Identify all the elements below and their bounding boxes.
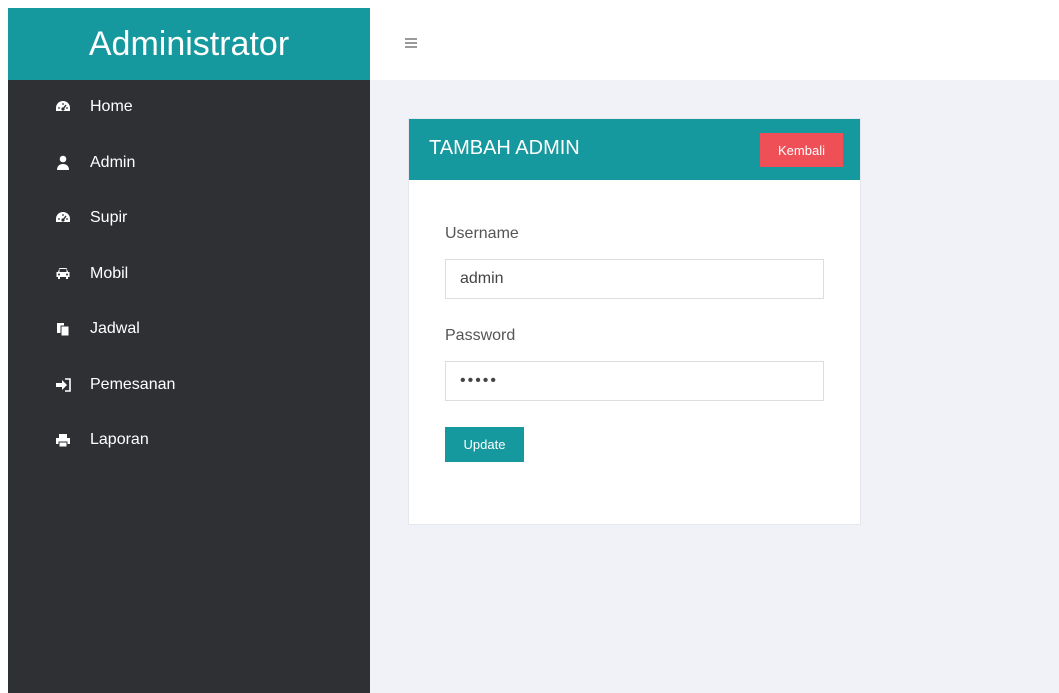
sidebar-item-label: Pemesanan	[90, 375, 176, 393]
sidebar-item-admin[interactable]: Admin	[8, 146, 370, 202]
brand-title: Administrator	[88, 24, 290, 63]
update-button[interactable]: Update	[445, 427, 524, 462]
print-icon	[55, 432, 71, 448]
sidebar-item-pemesanan[interactable]: Pemesanan	[8, 368, 370, 424]
copy-icon	[55, 321, 71, 337]
password-group: Password	[445, 327, 824, 401]
sidebar-item-label: Supir	[90, 209, 128, 226]
username-group: Username	[445, 225, 824, 299]
sidebar-item-home[interactable]: Home	[8, 90, 370, 146]
sidebar-nav: Home Admin Supir Mobil Jadwal Pemesanan …	[8, 80, 370, 479]
sidebar-item-laporan[interactable]: Laporan	[8, 423, 370, 479]
sidebar: Administrator Home Admin Supir Mobil Jad…	[8, 8, 370, 693]
sidebar-item-mobil[interactable]: Mobil	[8, 257, 370, 313]
card-header: TAMBAH ADMIN Kembali	[409, 119, 860, 180]
brand-header[interactable]: Administrator	[8, 8, 370, 80]
sidebar-item-jadwal[interactable]: Jadwal	[8, 312, 370, 368]
car-icon	[55, 266, 71, 282]
user-icon	[55, 155, 71, 171]
sidebar-item-supir[interactable]: Supir	[8, 201, 370, 257]
card-body: Username Password Update	[409, 180, 860, 462]
sidebar-item-label: Admin	[90, 153, 136, 171]
sidebar-item-label: Jadwal	[90, 320, 140, 337]
page-title: TAMBAH ADMIN	[429, 137, 580, 159]
content-area: TAMBAH ADMIN Kembali Username Password U…	[370, 80, 1059, 693]
sidebar-item-label: Laporan	[90, 431, 149, 448]
password-input[interactable]	[445, 361, 824, 401]
sidebar-item-label: Mobil	[90, 264, 129, 282]
hamburger-icon[interactable]	[405, 38, 417, 48]
top-bar	[370, 8, 1059, 80]
username-label: Username	[445, 225, 519, 242]
username-input[interactable]	[445, 259, 824, 299]
sign-in-icon	[55, 377, 71, 393]
dashboard-icon	[55, 99, 71, 115]
password-label: Password	[445, 327, 516, 344]
back-button[interactable]: Kembali	[760, 133, 843, 167]
admin-form-card: TAMBAH ADMIN Kembali Username Password U…	[408, 118, 861, 525]
sidebar-item-label: Home	[90, 98, 133, 115]
dashboard-icon	[55, 210, 71, 226]
